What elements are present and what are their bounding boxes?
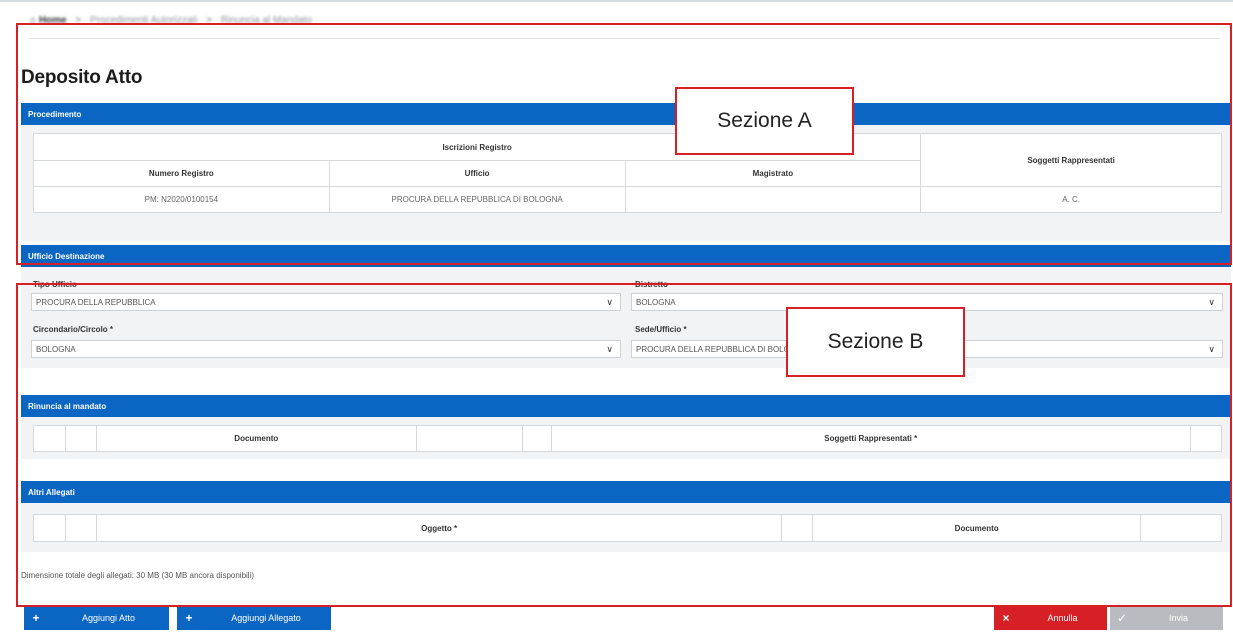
chevron-down-icon: ∨ bbox=[606, 344, 613, 354]
aggiungi-allegato-label: Aggiungi Allegato bbox=[231, 612, 301, 623]
cell-ufficio: PROCURA DELLA REPUBBLICA DI BOLOGNA bbox=[328, 186, 626, 213]
breadcrumb-divider bbox=[30, 38, 1220, 39]
ufficio-destinazione-header: Ufficio Destinazione bbox=[21, 245, 1231, 267]
tipo-ufficio-select[interactable]: PROCURA DELLA REPUBBLICA ∨ bbox=[31, 293, 621, 311]
col-spacer bbox=[415, 425, 523, 452]
cell-numero-registro: PM: N2020/0100154 bbox=[33, 186, 330, 213]
tipo-ufficio-value: PROCURA DELLA REPUBBLICA bbox=[36, 297, 156, 307]
col-documento: Documento bbox=[95, 425, 417, 452]
section-a-callout: Sezione A bbox=[675, 87, 854, 155]
procedimento-panel: Iscrizioni Registro Soggetti Rappresenta… bbox=[21, 125, 1231, 241]
rinuncia-header: Rinuncia al mandato bbox=[21, 395, 1231, 417]
col-select bbox=[33, 425, 66, 452]
chevron-right-icon: > bbox=[75, 15, 82, 26]
tipo-ufficio-label: Tipo Ufficio bbox=[33, 280, 77, 289]
procedimento-table: Iscrizioni Registro Soggetti Rappresenta… bbox=[32, 133, 1222, 213]
sede-value: PROCURA DELLA REPUBBLICA DI BOLOGNA bbox=[636, 344, 808, 354]
procedimento-header: Procedimento bbox=[21, 103, 1231, 125]
annulla-label: Annulla bbox=[1047, 612, 1078, 623]
distretto-value: BOLOGNA bbox=[636, 297, 676, 307]
close-icon: × bbox=[1002, 610, 1010, 625]
attachments-size-note: Dimensione totale degli allegati: 30 MB … bbox=[21, 571, 255, 580]
aggiungi-allegato-button[interactable]: + Aggiungi Allegato bbox=[177, 605, 331, 630]
section-b-callout: Sezione B bbox=[786, 307, 965, 377]
distretto-label: Distretto bbox=[635, 280, 668, 289]
rinuncia-panel: Documento Soggetti Rappresentati * bbox=[21, 417, 1231, 459]
invia-button[interactable]: ✓ Invia bbox=[1110, 605, 1223, 630]
allegati-panel: Oggetto * Documento bbox=[21, 503, 1231, 552]
rinuncia-table: Documento Soggetti Rappresentati * bbox=[33, 425, 1223, 452]
allegati-header: Altri Allegati bbox=[21, 481, 1231, 503]
chevron-down-icon: ∨ bbox=[606, 297, 613, 307]
breadcrumb: ⌂ Home > Procedimenti Autorizzati > Rinu… bbox=[30, 15, 312, 26]
cell-soggetti: A. C. bbox=[920, 186, 1222, 213]
breadcrumb-home[interactable]: Home bbox=[39, 15, 67, 26]
col-spacer bbox=[521, 425, 552, 452]
col-ufficio: Ufficio bbox=[328, 160, 626, 187]
sede-label: Sede/Ufficio * bbox=[635, 325, 687, 334]
chevron-right-icon: > bbox=[206, 15, 212, 26]
col-soggetti-rappresentati: Soggetti Rappresentati * bbox=[550, 425, 1191, 452]
allegati-table: Oggetto * Documento bbox=[33, 514, 1222, 542]
plus-icon: + bbox=[185, 610, 193, 625]
breadcrumb-rinuncia: Rinuncia al Mandato bbox=[220, 15, 312, 26]
col-spacer bbox=[781, 514, 814, 542]
invia-label: Invia bbox=[1168, 612, 1188, 623]
circondario-label: Circondario/Circolo * bbox=[33, 325, 114, 334]
chevron-down-icon: ∨ bbox=[1208, 297, 1215, 307]
table-row: PM: N2020/0100154 PROCURA DELLA REPUBBLI… bbox=[33, 186, 1222, 213]
col-select bbox=[33, 514, 66, 542]
breadcrumb-procedimenti[interactable]: Procedimenti Autorizzati bbox=[90, 15, 197, 26]
page-title: Deposito Atto bbox=[21, 67, 143, 88]
annulla-button[interactable]: × Annulla bbox=[994, 605, 1107, 630]
check-icon: ✓ bbox=[1116, 610, 1128, 625]
col-actions bbox=[64, 514, 97, 542]
circondario-select[interactable]: BOLOGNA ∨ bbox=[31, 340, 621, 358]
col-oggetto: Oggetto * bbox=[95, 514, 783, 542]
col-magistrato: Magistrato bbox=[624, 160, 922, 187]
col-end bbox=[1140, 514, 1222, 542]
cell-magistrato bbox=[624, 186, 922, 213]
chevron-down-icon: ∨ bbox=[1208, 344, 1215, 354]
plus-icon: + bbox=[32, 610, 40, 625]
circondario-value: BOLOGNA bbox=[36, 344, 76, 354]
home-icon[interactable]: ⌂ bbox=[30, 15, 39, 26]
aggiungi-atto-button[interactable]: + Aggiungi Atto bbox=[24, 605, 169, 630]
aggiungi-atto-label: Aggiungi Atto bbox=[81, 612, 136, 623]
top-border bbox=[0, 0, 1233, 2]
col-soggetti-rappresentati: Soggetti Rappresentati bbox=[920, 133, 1222, 187]
col-end bbox=[1189, 425, 1223, 452]
col-documento: Documento bbox=[812, 514, 1142, 542]
col-numero-registro: Numero Registro bbox=[33, 160, 330, 187]
col-actions bbox=[64, 425, 97, 452]
